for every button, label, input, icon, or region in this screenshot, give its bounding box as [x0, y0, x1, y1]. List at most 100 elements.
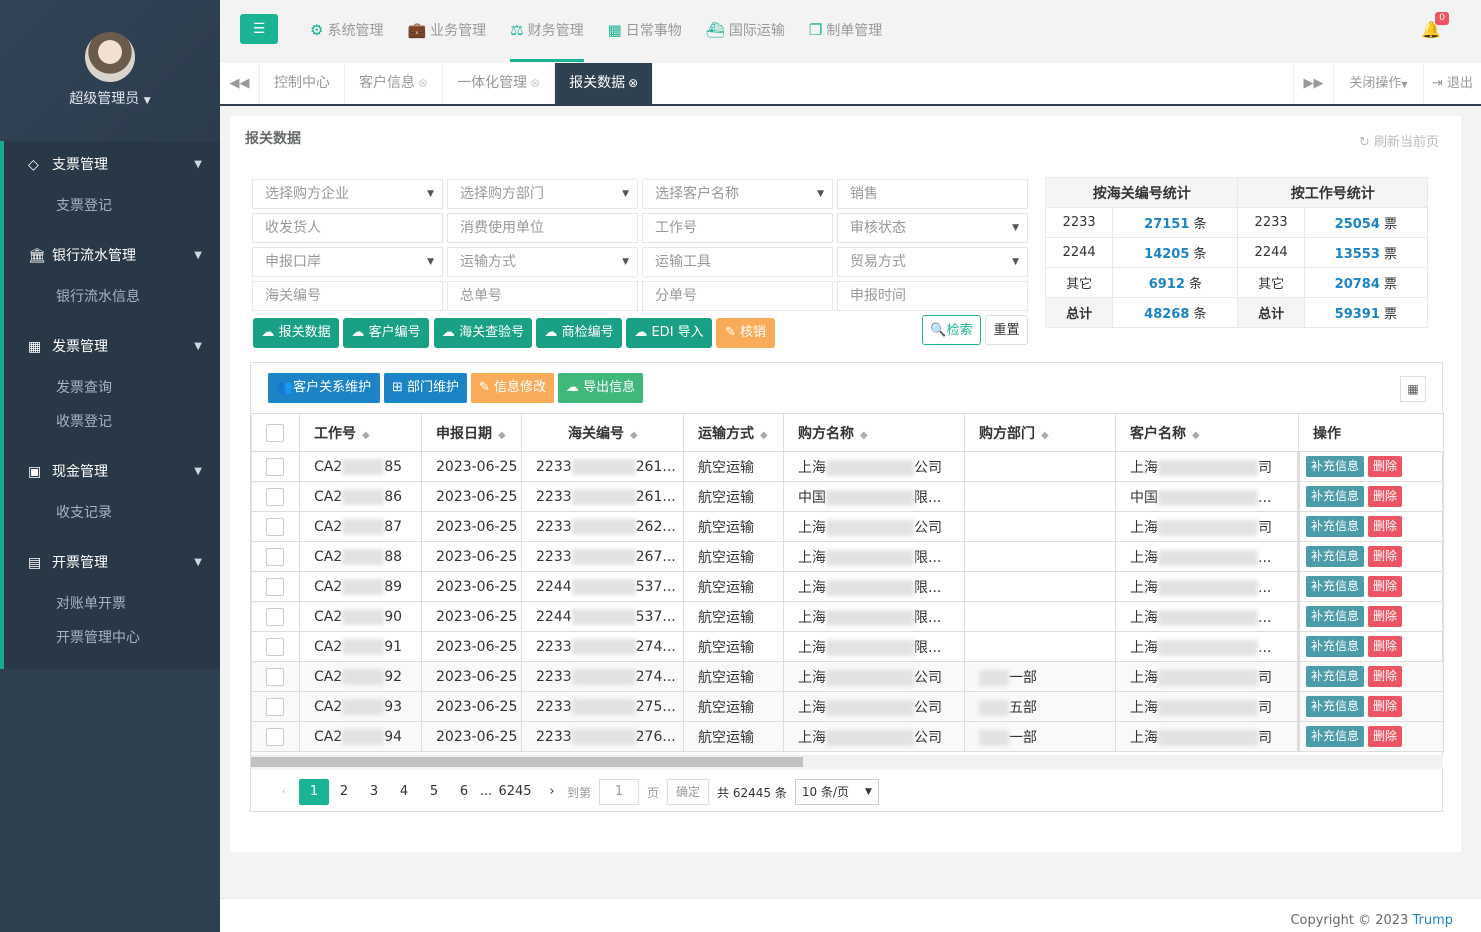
topnav-daily[interactable]: ▦ 日常事物 — [608, 0, 682, 62]
sidebar-item-billing-center[interactable]: 开票管理中心 — [4, 621, 220, 655]
sidebar-item-cheque-register[interactable]: 支票登记 — [4, 189, 220, 223]
page-button[interactable]: 6245 — [493, 779, 537, 805]
page-button[interactable]: 2 — [329, 779, 359, 805]
table-row[interactable]: CA2 94 2023-06-25 2233 276... 航空运输 上海 公司 一部 上海司补充… — [251, 721, 1444, 752]
page-button[interactable]: 6 — [449, 779, 479, 805]
scrollbar-thumb[interactable] — [251, 757, 803, 767]
delete-button[interactable]: 删除 — [1368, 726, 1403, 747]
row-checkbox[interactable] — [266, 577, 284, 596]
dept-maintain-button[interactable]: ⊞ 部门维护 — [384, 373, 467, 403]
search-button[interactable]: 🔍检索 — [922, 315, 981, 345]
copyright-brand[interactable]: Trump — [1412, 913, 1453, 928]
supplement-info-button[interactable]: 补充信息 — [1306, 456, 1365, 477]
row-checkbox[interactable] — [266, 607, 284, 626]
page-button[interactable]: 5 — [419, 779, 449, 805]
transport-mode-select[interactable]: 运输方式 ▼ — [447, 247, 638, 277]
declaration-time-input[interactable]: 申报时间 — [837, 281, 1028, 311]
page-confirm-button[interactable]: 确定 — [667, 779, 710, 805]
col-header-customer[interactable]: 客户名称 ◆ — [1115, 413, 1299, 452]
columns-toggle-icon[interactable]: ▦ — [1400, 376, 1426, 402]
tab-dashboard[interactable]: 控制中心 — [260, 63, 345, 104]
export-info-button[interactable]: ☁ 导出信息 — [558, 373, 643, 403]
delete-button[interactable]: 删除 — [1368, 666, 1403, 687]
page-size-select[interactable]: 10 条/页 ▼ — [794, 779, 879, 805]
close-icon[interactable]: ⊗ — [628, 76, 638, 90]
buyer-company-select[interactable]: 选择购方企业 ▼ — [252, 179, 443, 209]
next-page-icon[interactable]: › — [537, 779, 567, 805]
page-number-input[interactable]: 1 — [599, 779, 640, 805]
delete-button[interactable]: 删除 — [1368, 456, 1403, 477]
logout-button[interactable]: ⇥ 退出 — [1423, 63, 1481, 104]
tab-scroll-left-button[interactable]: ◀◀ — [220, 63, 260, 104]
customer-code-upload-button[interactable]: ☁ 客户编号 — [343, 318, 429, 348]
table-row[interactable]: CA2 85 2023-06-25 2233 261... 航空运输 上海 公司 上海司补充信息… — [251, 451, 1444, 482]
delete-button[interactable]: 删除 — [1368, 576, 1403, 597]
prev-page-icon[interactable]: ‹ — [269, 779, 299, 805]
col-header-transport[interactable]: 运输方式 ◆ — [683, 413, 784, 452]
info-edit-button[interactable]: ✎ 信息修改 — [471, 373, 554, 403]
verify-button[interactable]: ✎ 核销 — [716, 318, 775, 348]
username-dropdown[interactable]: 超级管理员 ▼ — [0, 88, 220, 108]
col-header-job[interactable]: 工作号 ◆ — [299, 413, 422, 452]
consumer-unit-input[interactable]: 消费使用单位 — [447, 213, 638, 243]
house-bill-input[interactable]: 分单号 — [642, 281, 833, 311]
supplement-info-button[interactable]: 补充信息 — [1306, 606, 1365, 627]
menu-group-bank[interactable]: 🏛 银行流水管理 ▼ — [4, 232, 220, 280]
table-row[interactable]: CA2 86 2023-06-25 2233 261... 航空运输 中国 限... 中国...… — [251, 481, 1444, 512]
delete-button[interactable]: 删除 — [1368, 696, 1403, 717]
declaration-port-select[interactable]: 申报口岸 ▼ — [252, 247, 443, 277]
customs-inspect-upload-button[interactable]: ☁ 海关查验号 — [434, 318, 532, 348]
menu-group-cheque[interactable]: ◇ 支票管理 ▼ — [4, 141, 220, 189]
topnav-documents[interactable]: ❐ 制单管理 — [809, 0, 882, 62]
table-row[interactable]: CA2 93 2023-06-25 2233 275... 航空运输 上海 公司 五部 上海司补充… — [251, 691, 1444, 722]
col-header-buyer-dept[interactable]: 购方部门 ◆ — [964, 413, 1116, 452]
row-checkbox[interactable] — [266, 547, 284, 566]
menu-group-billing[interactable]: ▤ 开票管理 ▼ — [4, 539, 220, 587]
menu-toggle-button[interactable]: ☰ — [240, 14, 278, 44]
table-row[interactable]: CA2 92 2023-06-25 2233 274... 航空运输 上海 公司 一部 上海司补充… — [251, 661, 1444, 692]
tab-customer-info[interactable]: 客户信息 ⊗ — [345, 63, 444, 104]
job-number-input[interactable]: 工作号 — [642, 213, 833, 243]
supplement-info-button[interactable]: 补充信息 — [1306, 726, 1365, 747]
buyer-dept-select[interactable]: 选择购方部门 ▼ — [447, 179, 638, 209]
edi-import-button[interactable]: ☁ EDI 导入 — [626, 318, 712, 348]
audit-status-select[interactable]: 审核状态 ▼ — [837, 213, 1028, 243]
tab-customs-data[interactable]: 报关数据 ⊗ — [555, 63, 654, 104]
customs-number-input[interactable]: 海关编号 — [252, 281, 443, 311]
sales-input[interactable]: 销售 — [837, 179, 1028, 209]
sidebar-item-statement-billing[interactable]: 对账单开票 — [4, 587, 220, 621]
customs-data-upload-button[interactable]: ☁ 报关数据 — [253, 318, 339, 348]
delete-button[interactable]: 删除 — [1368, 516, 1403, 537]
table-row[interactable]: CA2 88 2023-06-25 2233 267... 航空运输 上海 限... 上海...… — [251, 541, 1444, 572]
row-checkbox[interactable] — [266, 457, 284, 476]
col-header-buyer[interactable]: 购方名称 ◆ — [783, 413, 965, 452]
customer-relation-button[interactable]: 👥客户关系维护 — [268, 373, 380, 403]
topnav-intl-transport[interactable]: ⛴ 国际运输 — [706, 0, 785, 62]
close-icon[interactable]: ⊗ — [418, 76, 428, 90]
close-operations-dropdown[interactable]: 关闭操作▼ — [1333, 63, 1423, 104]
delete-button[interactable]: 删除 — [1368, 486, 1403, 507]
supplement-info-button[interactable]: 补充信息 — [1306, 636, 1365, 657]
horizontal-scrollbar[interactable] — [251, 755, 1443, 769]
supplement-info-button[interactable]: 补充信息 — [1306, 666, 1365, 687]
close-icon[interactable]: ⊗ — [530, 76, 540, 90]
tab-scroll-right-button[interactable]: ▶▶ — [1293, 63, 1333, 104]
trade-mode-select[interactable]: 贸易方式 ▼ — [837, 247, 1028, 277]
refresh-page-link[interactable]: ↻ 刷新当前页 — [1359, 131, 1439, 150]
inspection-code-upload-button[interactable]: ☁ 商检编号 — [536, 318, 622, 348]
topnav-business[interactable]: 💼 业务管理 — [407, 0, 486, 62]
master-bill-input[interactable]: 总单号 — [447, 281, 638, 311]
sidebar-item-invoice-receive[interactable]: 收票登记 — [4, 405, 220, 439]
reset-button[interactable]: 重置 — [985, 315, 1028, 345]
page-button[interactable]: 4 — [389, 779, 419, 805]
row-checkbox[interactable] — [266, 487, 284, 506]
row-checkbox[interactable] — [266, 637, 284, 656]
menu-group-cash[interactable]: ▣ 现金管理 ▼ — [4, 448, 220, 496]
table-row[interactable]: CA2 91 2023-06-25 2233 274... 航空运输 上海 限... 上海...… — [251, 631, 1444, 662]
avatar[interactable] — [85, 32, 135, 82]
delete-button[interactable]: 删除 — [1368, 606, 1403, 627]
row-checkbox[interactable] — [266, 667, 284, 686]
supplement-info-button[interactable]: 补充信息 — [1306, 546, 1365, 567]
supplement-info-button[interactable]: 补充信息 — [1306, 486, 1365, 507]
supplement-info-button[interactable]: 补充信息 — [1306, 696, 1365, 717]
